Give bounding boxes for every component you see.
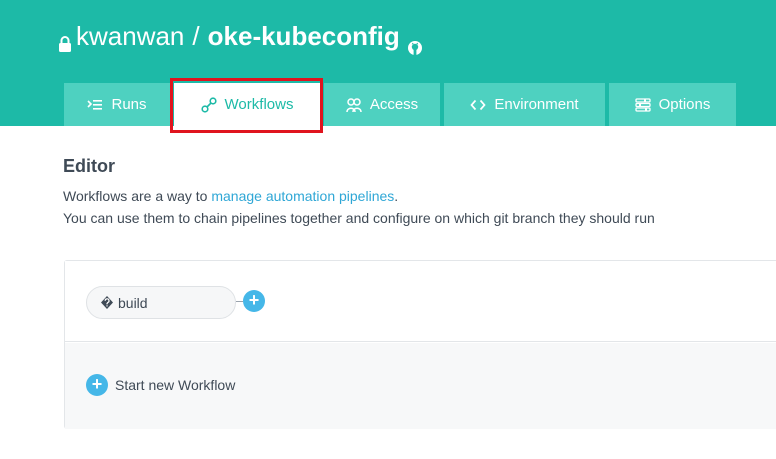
code-icon xyxy=(470,97,487,113)
pipeline-node-build[interactable]: build xyxy=(86,286,236,319)
start-new-workflow-label: Start new Workflow xyxy=(115,377,236,393)
tab-environment[interactable]: Environment xyxy=(444,83,605,126)
description-prefix: Workflows are a way to xyxy=(63,188,212,204)
manage-pipelines-link[interactable]: manage automation pipelines xyxy=(211,188,394,204)
tab-access-label: Access xyxy=(369,96,419,113)
start-new-workflow-button[interactable]: + Start new Workflow xyxy=(86,374,235,396)
editor-description-line2: You can use them to chain pipelines toge… xyxy=(63,210,655,226)
page-title: Editor xyxy=(63,156,115,176)
repo-header: kwanwan / oke-kubeconfig Runs Workflows … xyxy=(0,0,776,126)
repo-name[interactable]: oke-kubeconfig xyxy=(208,21,400,52)
unknown-glyph-icon xyxy=(101,296,113,309)
repo-title: kwanwan / oke-kubeconfig xyxy=(58,20,422,55)
tab-access[interactable]: Access xyxy=(324,83,440,126)
tab-workflows[interactable]: Workflows xyxy=(174,83,320,126)
new-workflow-row: + Start new Workflow xyxy=(65,343,776,429)
editor-description-line1: Workflows are a way to manage automation… xyxy=(63,188,398,204)
workflow-editor-panel: build + + Start new Workflow xyxy=(64,260,776,429)
tab-options-label: Options xyxy=(658,96,711,113)
runs-icon xyxy=(87,97,103,113)
tab-runs-label: Runs xyxy=(111,96,147,113)
github-icon[interactable] xyxy=(407,31,422,55)
pipeline-name: build xyxy=(118,294,148,311)
tab-runs[interactable]: Runs xyxy=(64,83,170,126)
options-icon xyxy=(634,97,651,113)
workflows-icon xyxy=(200,96,217,113)
workflow-row: build + xyxy=(65,261,776,342)
plus-icon: + xyxy=(86,374,108,396)
add-pipeline-button[interactable]: + xyxy=(243,290,265,312)
tab-workflows-label: Workflows xyxy=(224,96,294,113)
repo-owner[interactable]: kwanwan xyxy=(76,21,184,52)
description-suffix: . xyxy=(394,188,399,204)
tab-options[interactable]: Options xyxy=(609,83,736,126)
access-icon xyxy=(346,97,362,113)
lock-icon xyxy=(58,29,72,52)
repo-separator: / xyxy=(192,20,200,51)
pipeline-connector xyxy=(236,301,243,302)
tab-environment-label: Environment xyxy=(494,96,579,113)
